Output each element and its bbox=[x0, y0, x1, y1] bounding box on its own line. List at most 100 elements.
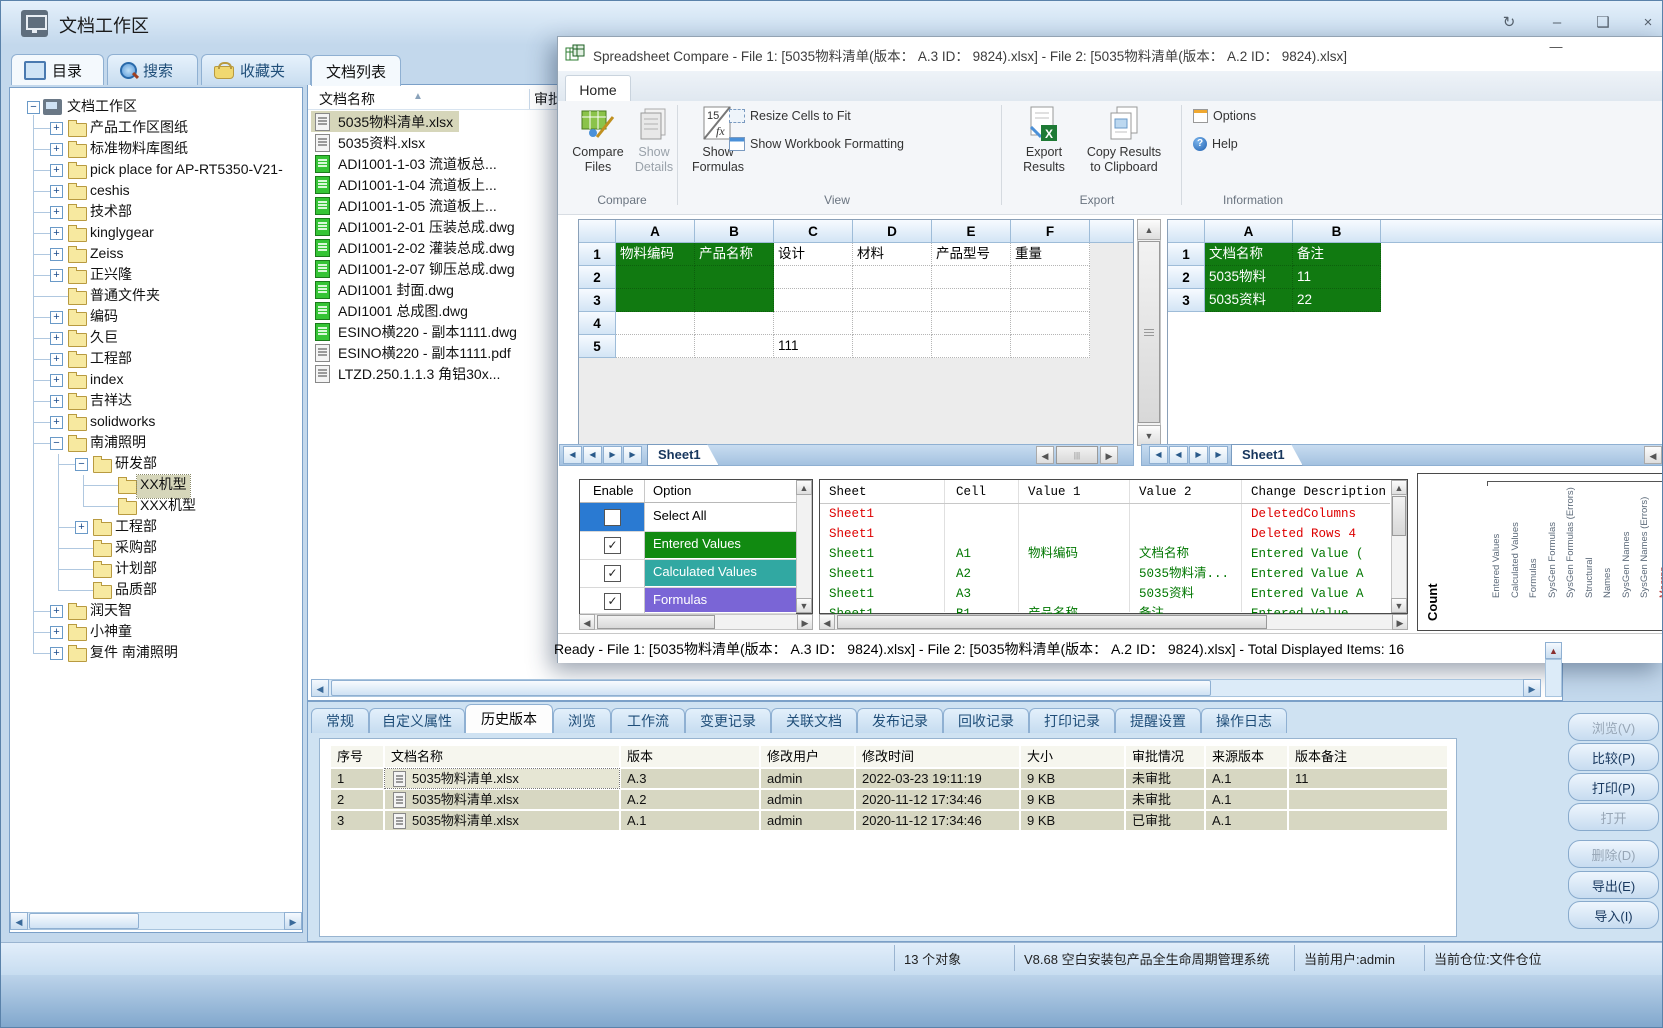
sheet-cell[interactable] bbox=[932, 312, 1011, 335]
sheet-cell[interactable]: 22 bbox=[1293, 289, 1381, 312]
scroll-down-button[interactable]: ▼ bbox=[796, 598, 812, 613]
history-cell[interactable]: 5035物料清单.xlsx bbox=[385, 790, 619, 809]
tree-item[interactable]: ceshis bbox=[87, 181, 133, 204]
tree-expander-expand[interactable]: + bbox=[50, 143, 63, 156]
history-cell[interactable]: A.1 bbox=[1206, 811, 1287, 830]
history-cell[interactable]: 2020-11-12 17:34:46 bbox=[856, 811, 1019, 830]
bottom-tab-11[interactable]: 操作日志 bbox=[1201, 708, 1287, 733]
sheet-cell[interactable]: 产品名称 bbox=[695, 243, 774, 266]
history-column-header[interactable]: 文档名称 bbox=[385, 746, 619, 767]
bottom-tab-6[interactable]: 关联文档 bbox=[771, 708, 857, 733]
option-checkbox[interactable]: ✓ bbox=[604, 593, 621, 610]
sheet-cell[interactable] bbox=[853, 289, 932, 312]
sheet-cell[interactable]: 5035资料 bbox=[1205, 289, 1293, 312]
tree-expander-collapse[interactable]: − bbox=[50, 437, 63, 450]
result-cell[interactable]: Sheet1 bbox=[829, 504, 944, 524]
history-cell[interactable]: 1 bbox=[331, 769, 383, 788]
history-cell[interactable]: 9 KB bbox=[1021, 790, 1124, 809]
tree-expander-collapse[interactable]: − bbox=[75, 458, 88, 471]
action-button-print[interactable]: 打印(P) bbox=[1568, 773, 1659, 801]
action-button-import[interactable]: 导入(I) bbox=[1568, 901, 1659, 929]
doc-item[interactable]: 5035物料清单.xlsx bbox=[311, 111, 459, 132]
history-column-header[interactable]: 来源版本 bbox=[1206, 746, 1287, 767]
nav-tab-directory[interactable]: 目录 bbox=[11, 54, 104, 85]
result-cell[interactable]: Entered Value bbox=[1251, 604, 1386, 614]
result-cell[interactable]: 物料编码 bbox=[1028, 544, 1129, 564]
tree-item[interactable]: 研发部 bbox=[112, 454, 160, 477]
tree-item[interactable]: 采购部 bbox=[112, 538, 160, 561]
tab-home[interactable]: Home bbox=[565, 75, 631, 103]
scroll-left-button[interactable]: ◀ bbox=[579, 614, 595, 630]
scroll-right-button[interactable]: ▶ bbox=[1523, 679, 1541, 697]
result-cell[interactable]: 5035物料清... bbox=[1139, 564, 1241, 584]
doc-item[interactable]: 5035资料.xlsx bbox=[311, 132, 431, 153]
scroll-thumb[interactable] bbox=[1392, 496, 1406, 536]
sheet-cell[interactable] bbox=[853, 266, 932, 289]
copy-results-button[interactable]: Copy Results to Clipboard bbox=[1081, 105, 1167, 191]
history-column-header[interactable]: 审批情况 bbox=[1126, 746, 1204, 767]
history-cell[interactable]: admin bbox=[761, 769, 854, 788]
result-cell[interactable]: Deleted Rows 4 bbox=[1251, 524, 1386, 544]
history-cell[interactable]: 未审批 bbox=[1126, 769, 1204, 788]
sheet-tab[interactable]: Sheet1 bbox=[647, 444, 719, 466]
history-cell[interactable]: 2022-03-23 19:11:19 bbox=[856, 769, 1019, 788]
sheet-nav-prev-button[interactable]: ◀ bbox=[1169, 446, 1188, 464]
doc-item[interactable]: LTZD.250.1.1.3 角铝30x... bbox=[311, 363, 506, 384]
tree-expander-expand[interactable]: + bbox=[50, 605, 63, 618]
tree-expander-expand[interactable]: + bbox=[75, 521, 88, 534]
tree-item[interactable]: 品质部 bbox=[112, 580, 160, 603]
history-cell[interactable]: 9 KB bbox=[1021, 811, 1124, 830]
result-cell[interactable]: A3 bbox=[956, 584, 1018, 604]
tree-expander-expand[interactable]: + bbox=[50, 164, 63, 177]
tree-item[interactable]: 标准物料库图纸 bbox=[87, 139, 191, 162]
sheet-cell[interactable] bbox=[774, 266, 853, 289]
result-cell[interactable]: 文档名称 bbox=[1139, 544, 1241, 564]
history-cell[interactable]: A.2 bbox=[621, 790, 759, 809]
scroll-thumb[interactable] bbox=[837, 615, 1267, 629]
tree-expander-expand[interactable]: + bbox=[50, 248, 63, 261]
tree-item[interactable]: 复件 南浦照明 bbox=[87, 643, 181, 666]
compare-files-button[interactable]: Compare Files bbox=[567, 105, 629, 191]
tree-expander-expand[interactable]: + bbox=[50, 395, 63, 408]
sheet-cell[interactable] bbox=[1011, 335, 1090, 358]
tree-expander-expand[interactable]: + bbox=[50, 206, 63, 219]
hscroll-left-button[interactable]: ◀ bbox=[1036, 446, 1054, 464]
tree-item[interactable]: 计划部 bbox=[112, 559, 160, 582]
tree-expander-expand[interactable]: + bbox=[50, 269, 63, 282]
sheet-cell[interactable] bbox=[695, 312, 774, 335]
tree-expander-expand[interactable]: + bbox=[50, 374, 63, 387]
show-workbook-formatting-button[interactable]: Show Workbook Formatting bbox=[729, 135, 904, 153]
history-cell[interactable]: 2 bbox=[331, 790, 383, 809]
history-cell[interactable]: admin bbox=[761, 790, 854, 809]
tree-item[interactable]: XX机型 bbox=[137, 475, 190, 498]
scroll-up-button[interactable]: ▲ bbox=[1137, 219, 1161, 240]
option-checkbox[interactable] bbox=[604, 509, 621, 526]
nav-tab-favorites[interactable]: 收藏夹 bbox=[201, 54, 311, 85]
tab-document-list[interactable]: 文档列表 bbox=[311, 55, 401, 86]
sheet-cell[interactable]: 备注 bbox=[1293, 243, 1381, 266]
history-cell[interactable]: 9 KB bbox=[1021, 769, 1124, 788]
sheet-cell[interactable] bbox=[616, 312, 695, 335]
sheet-cell[interactable] bbox=[774, 312, 853, 335]
tree-expander-expand[interactable]: + bbox=[50, 353, 63, 366]
result-cell[interactable]: Entered Value ( bbox=[1251, 544, 1386, 564]
tree-expander-expand[interactable]: + bbox=[50, 416, 63, 429]
scroll-thumb[interactable] bbox=[29, 913, 139, 929]
history-column-header[interactable]: 版本 bbox=[621, 746, 759, 767]
bottom-tab-2[interactable]: 历史版本 bbox=[465, 704, 553, 733]
tree-item[interactable]: 吉祥达 bbox=[87, 391, 135, 414]
sheet-nav-first-button[interactable]: ◀ bbox=[563, 446, 582, 464]
sheet-cell[interactable]: 重量 bbox=[1011, 243, 1090, 266]
scroll-left-button[interactable]: ◀ bbox=[819, 614, 835, 630]
bottom-tab-7[interactable]: 发布记录 bbox=[857, 708, 943, 733]
hscroll-left-button[interactable]: ◀ bbox=[1644, 446, 1662, 464]
history-cell[interactable] bbox=[1289, 811, 1447, 830]
bottom-tab-0[interactable]: 常规 bbox=[311, 708, 369, 733]
sheet-cell[interactable] bbox=[774, 289, 853, 312]
tree-expander-collapse[interactable]: − bbox=[27, 101, 40, 114]
history-cell[interactable]: admin bbox=[761, 811, 854, 830]
history-cell[interactable] bbox=[1289, 790, 1447, 809]
result-cell[interactable]: Sheet1 bbox=[829, 544, 944, 564]
bottom-tab-4[interactable]: 工作流 bbox=[611, 708, 685, 733]
tree-item[interactable]: 久巨 bbox=[87, 328, 121, 351]
